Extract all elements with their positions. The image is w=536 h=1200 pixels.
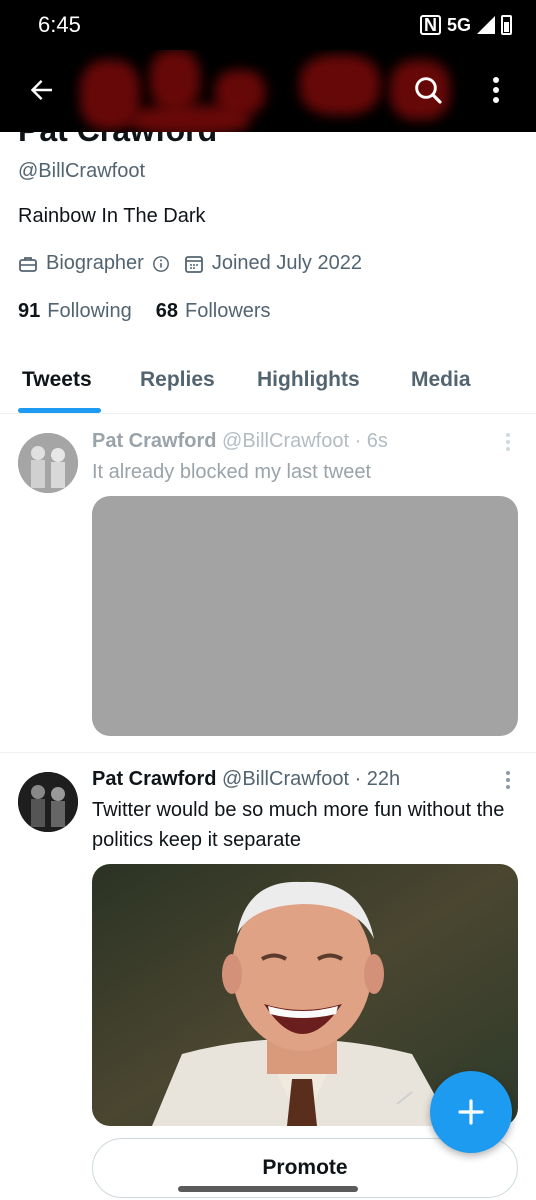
profession-item[interactable]: Biographer — [18, 252, 170, 275]
tweet-more-button[interactable] — [496, 768, 520, 792]
status-time: 6:45 — [38, 12, 81, 37]
avatar-image — [18, 433, 78, 493]
plus-icon — [458, 1099, 484, 1125]
tweet-header: Pat Crawford @BillCrawfoot · 22h — [92, 768, 400, 791]
tab-media[interactable]: Media — [411, 368, 471, 392]
tab-highlights[interactable]: Highlights — [257, 368, 360, 392]
home-indicator[interactable] — [178, 1186, 358, 1192]
avatar-image — [18, 772, 78, 832]
nfc-icon: N — [419, 15, 441, 35]
followers-link[interactable]: 68 Followers — [156, 300, 271, 323]
network-label: 5G — [446, 14, 471, 35]
info-icon[interactable] — [152, 255, 170, 273]
profile-tabs: Tweets Replies Highlights Media — [0, 350, 536, 414]
arrow-left-icon — [30, 80, 52, 100]
search-button[interactable] — [404, 66, 452, 114]
tweet-text: Twitter would be so much more fun withou… — [92, 799, 505, 851]
calendar-icon — [184, 255, 203, 273]
tweet-media-placeholder[interactable] — [92, 496, 518, 736]
tab-tweets[interactable]: Tweets — [22, 368, 92, 392]
tweet-text: It already blocked my last tweet — [92, 461, 372, 483]
more-options-button[interactable] — [472, 66, 520, 114]
status-icons: N 5G — [419, 14, 512, 36]
back-button[interactable] — [18, 66, 66, 114]
following-label: Following — [47, 300, 132, 322]
tweet-more-button[interactable] — [496, 430, 520, 454]
profile-banner — [0, 50, 536, 132]
joined-label: Joined July 2022 — [211, 252, 362, 274]
vertical-dots-icon — [493, 77, 499, 103]
tweet-meta: @BillCrawfoot · 6s — [222, 430, 388, 452]
followers-label: Followers — [184, 300, 271, 322]
status-bar: 6:45 N 5G — [0, 0, 536, 50]
following-link[interactable]: 91 Following — [18, 300, 132, 323]
following-count: 91 — [18, 300, 41, 322]
avatar[interactable] — [18, 433, 78, 493]
signal-icon — [477, 16, 495, 34]
compose-tweet-button[interactable] — [430, 1071, 512, 1153]
active-tab-indicator — [18, 408, 101, 413]
battery-icon — [501, 15, 512, 35]
tweet-header: Pat Crawford @BillCrawfoot · 6s — [92, 430, 388, 453]
search-icon — [415, 77, 442, 104]
avatar[interactable] — [18, 772, 78, 832]
vertical-dots-icon — [506, 433, 510, 451]
tab-replies[interactable]: Replies — [140, 368, 215, 392]
profile-handle: @BillCrawfoot — [18, 160, 146, 182]
briefcase-icon — [19, 256, 37, 272]
profile-bio: Rainbow In The Dark — [18, 205, 206, 227]
joined-item: Joined July 2022 — [184, 252, 362, 275]
tweet-meta: @BillCrawfoot · 22h — [222, 768, 401, 790]
tweet-author-name[interactable]: Pat Crawford — [92, 768, 216, 790]
tweet-author-name[interactable]: Pat Crawford — [92, 430, 216, 452]
vertical-dots-icon — [506, 771, 510, 789]
tweet-separator — [0, 752, 536, 753]
follow-stats: 91 Following 68 Followers — [18, 300, 295, 323]
profile-meta: Biographer Joined July 2022 — [18, 252, 376, 275]
followers-count: 68 — [155, 300, 178, 322]
profession-label: Biographer — [46, 252, 144, 274]
